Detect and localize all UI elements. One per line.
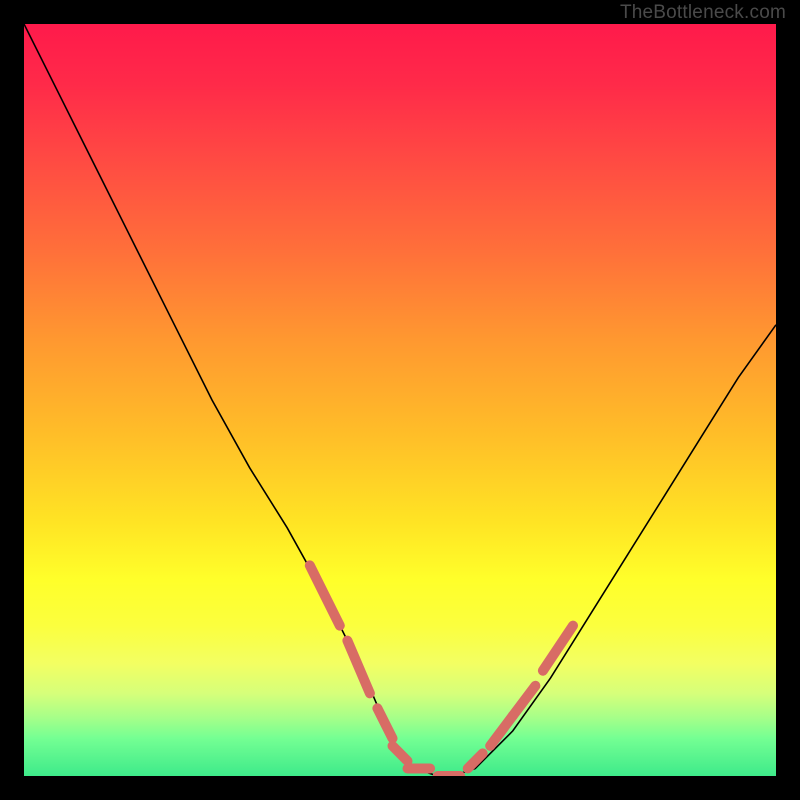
marker-dash	[513, 686, 536, 716]
plot-area	[24, 24, 776, 776]
marker-dash	[393, 746, 408, 761]
watermark-text: TheBottleneck.com	[620, 2, 786, 24]
marker-dash	[310, 565, 340, 625]
chart-frame: TheBottleneck.com	[0, 0, 800, 800]
bottleneck-curve	[24, 24, 776, 776]
marker-dashes	[310, 565, 573, 776]
curve-svg	[24, 24, 776, 776]
marker-dash	[377, 708, 392, 738]
marker-dash	[347, 641, 370, 694]
marker-dash	[468, 753, 483, 768]
